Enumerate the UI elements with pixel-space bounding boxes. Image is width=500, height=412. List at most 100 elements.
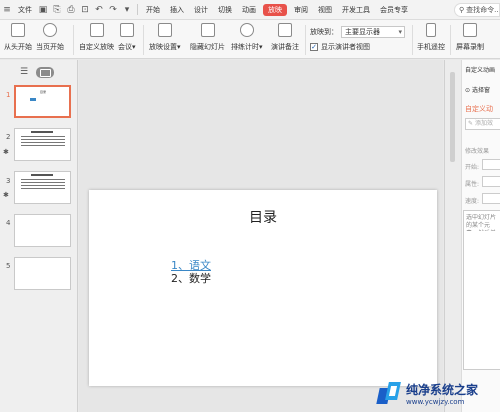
- divider: [137, 4, 138, 15]
- phone-icon: [426, 23, 436, 37]
- thumb-text-lines: [21, 136, 65, 148]
- animation-list[interactable]: 选中幻灯片的某个元素，然后单击"添加效果"添加动画。: [463, 210, 500, 370]
- slide-view-icon[interactable]: [36, 67, 54, 78]
- save-icon[interactable]: ▣: [36, 0, 50, 20]
- divider: [73, 25, 74, 55]
- file-menu[interactable]: 文件: [14, 0, 36, 20]
- speed-select[interactable]: [482, 193, 500, 204]
- tab-developer[interactable]: 开发工具: [337, 0, 375, 20]
- presenter-view-checkbox[interactable]: ✓: [310, 43, 318, 51]
- phone-remote-button[interactable]: 手机遥控: [417, 23, 445, 52]
- start-select[interactable]: [482, 159, 500, 170]
- hide-slide-label: 隐藏幻灯片: [190, 43, 225, 51]
- list-item-chinese[interactable]: 1、语文: [171, 259, 211, 272]
- rehearse-button[interactable]: 排练计时▾: [231, 23, 263, 52]
- animation-hint: 选中幻灯片的某个元素，然后单击"添加效果"添加动画。: [466, 214, 497, 231]
- show-settings-label: 放映设置▾: [149, 43, 181, 51]
- add-effect-button[interactable]: ✎ 添加效: [465, 118, 500, 130]
- tab-animation[interactable]: 动画: [237, 0, 261, 20]
- slide-thumbnails-panel: ☰ 1 目录 2 ✱ 3 ✱ 4 5: [0, 60, 78, 412]
- divider: [412, 25, 413, 55]
- show-settings-button[interactable]: 放映设置▾: [149, 23, 181, 52]
- scrollbar[interactable]: [450, 72, 455, 162]
- selection-pane-link[interactable]: ⊙ 选择窗: [465, 85, 490, 94]
- from-current-button[interactable]: 当页开始: [36, 23, 64, 52]
- watermark-title: 纯净系统之家: [406, 382, 479, 397]
- list-item-math[interactable]: 2、数学: [171, 272, 211, 285]
- rehearse-label: 排练计时▾: [231, 43, 263, 51]
- meeting-label: 会议▾: [118, 43, 136, 51]
- meeting-icon: [119, 23, 134, 37]
- tab-review[interactable]: 审阅: [289, 0, 313, 20]
- watermark: 纯净系统之家 www.ycwjzy.com: [376, 374, 500, 412]
- search-input[interactable]: 查找命令...: [466, 5, 499, 15]
- slide-thumbnail-5[interactable]: [14, 257, 71, 290]
- thumb-text-mark: [30, 98, 36, 101]
- thumb-heading: [31, 174, 53, 176]
- screen-record-label: 屏幕录制: [456, 43, 484, 51]
- notes-icon: [278, 23, 292, 37]
- speaker-notes-button[interactable]: 演讲备注: [271, 23, 299, 52]
- presenter-view-label: 显示演讲者视图: [321, 43, 370, 51]
- tab-member[interactable]: 会员专享: [375, 0, 413, 20]
- divider: [450, 25, 451, 55]
- slide-thumbnail-1[interactable]: 目录: [14, 85, 71, 118]
- play-icon: [43, 23, 57, 37]
- tab-transition[interactable]: 切换: [213, 0, 237, 20]
- screen-record-button[interactable]: 屏幕录制: [456, 23, 484, 52]
- preview-icon[interactable]: ⊡: [78, 0, 92, 20]
- meeting-button[interactable]: 会议▾: [118, 23, 136, 52]
- slide-thumbnail-3[interactable]: [14, 171, 71, 204]
- custom-show-label: 自定义放映: [79, 43, 114, 51]
- slide-thumb-title: 目录: [40, 90, 47, 94]
- thumbnail-view-controls: ☰: [20, 67, 54, 78]
- ribbon: 从头开始 当页开始 自定义放映 会议▾ 放映设置▾ 隐藏幻灯片 排练计时▾ 演讲…: [0, 20, 500, 59]
- tab-design[interactable]: 设计: [189, 0, 213, 20]
- timer-icon: [239, 23, 254, 37]
- divider: [143, 25, 144, 55]
- slide-number: 5: [6, 262, 11, 270]
- tab-slideshow[interactable]: 放映: [263, 3, 287, 16]
- show-on-label: 放映到：: [310, 28, 338, 36]
- from-current-label: 当页开始: [36, 43, 64, 51]
- monitor-select[interactable]: 主要显示器: [341, 26, 405, 38]
- slide-thumbnail-2[interactable]: [14, 128, 71, 161]
- panel-title: 自定义动画: [465, 67, 496, 74]
- tab-view[interactable]: 视图: [313, 0, 337, 20]
- hide-slide-button[interactable]: 隐藏幻灯片: [190, 23, 225, 52]
- hamburger-icon[interactable]: ≡: [0, 0, 14, 20]
- show-on-row: 放映到： 主要显示器: [310, 26, 405, 38]
- from-start-label: 从头开始: [4, 43, 32, 51]
- search-icon: ⚲: [459, 6, 465, 14]
- slide-content[interactable]: 1、语文 2、数学: [171, 259, 211, 285]
- custom-animation-panel: 自定义动画 ⊙ 选择窗 自定义动 ✎ 添加效 修改效果 开始: 属性: 速度: …: [444, 60, 500, 412]
- current-slide[interactable]: 目录 1、语文 2、数学: [89, 190, 437, 386]
- thumb-text-lines: [21, 179, 65, 191]
- slide-number: 2: [6, 133, 11, 141]
- search-box[interactable]: ⚲ 查找命令...: [454, 3, 500, 17]
- menu-bar: ≡ 文件 ▣ ⎘ ⎙ ⊡ ↶ ↷ ▾ 开始 插入 设计 切换 动画 放映 审阅 …: [0, 0, 500, 20]
- undo-icon[interactable]: ↶: [92, 0, 106, 20]
- custom-animation-heading: 自定义动: [465, 105, 493, 113]
- custom-show-button[interactable]: 自定义放映: [79, 23, 114, 52]
- outline-view-icon[interactable]: ☰: [20, 68, 30, 77]
- slide-number: 4: [6, 219, 11, 227]
- from-start-button[interactable]: 从头开始: [4, 23, 32, 52]
- property-select[interactable]: [482, 176, 500, 187]
- modify-effect-label: 修改效果: [465, 148, 490, 155]
- export-icon[interactable]: ⎘: [50, 0, 64, 20]
- animation-star-icon: ✱: [3, 148, 9, 156]
- print-icon[interactable]: ⎙: [64, 0, 78, 20]
- redo-icon[interactable]: ↷: [106, 0, 120, 20]
- tab-home[interactable]: 开始: [141, 0, 165, 20]
- animation-star-icon: ✱: [3, 191, 9, 199]
- slide-thumbnail-4[interactable]: [14, 214, 71, 247]
- speed-label: 速度:: [465, 198, 480, 205]
- tab-insert[interactable]: 插入: [165, 0, 189, 20]
- more-icon[interactable]: ▾: [120, 0, 134, 20]
- slideshow-start-icon: [11, 23, 25, 37]
- slide-canvas-area: 目录 1、语文 2、数学: [79, 60, 443, 412]
- slide-title[interactable]: 目录: [89, 207, 437, 227]
- presenter-view-row[interactable]: ✓ 显示演讲者视图: [310, 42, 370, 52]
- record-icon: [463, 23, 477, 37]
